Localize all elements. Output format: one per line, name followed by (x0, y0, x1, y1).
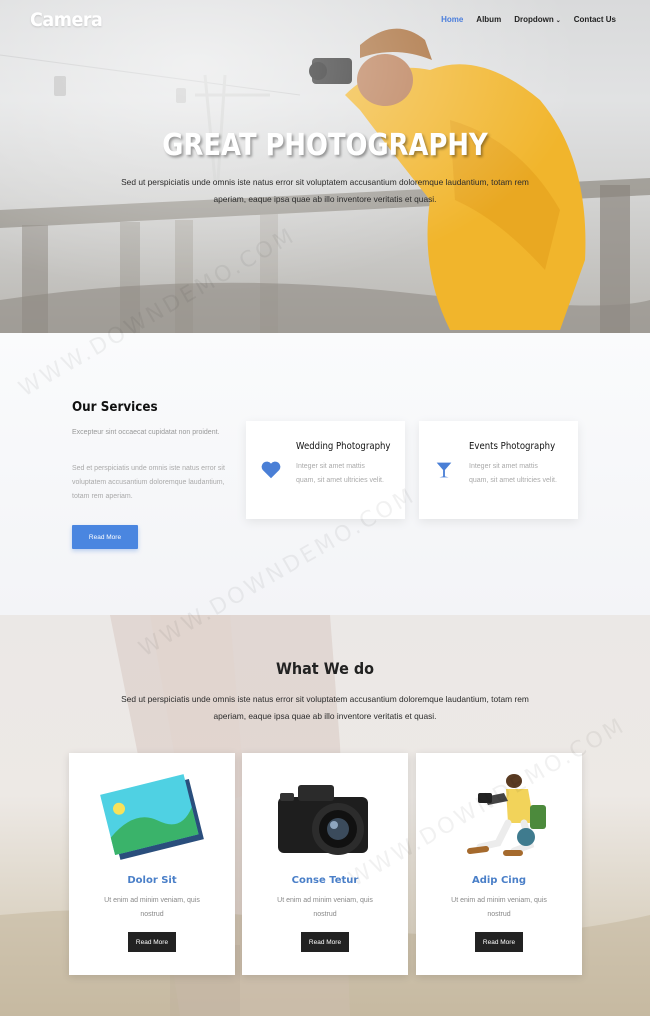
nav-dropdown[interactable]: Dropdown ⌄ (514, 15, 561, 24)
card-text: Ut enim ad minim veniam, quis nostrud (277, 897, 373, 918)
services-description: Sed et perspiciatis unde omnis iste natu… (72, 465, 225, 500)
read-more-button[interactable]: Read More (475, 932, 523, 952)
nav-album[interactable]: Album (476, 15, 501, 24)
service-card-title: Events Photography (469, 441, 556, 452)
read-more-button[interactable]: Read More (301, 932, 349, 952)
main-menu: Home Album Dropdown ⌄ Contact Us (441, 15, 616, 24)
card-title: Conse Tetur (291, 875, 359, 886)
services-title: Our Services (72, 400, 158, 415)
service-card-title: Wedding Photography (296, 441, 391, 452)
feature-card-conse-tetur[interactable]: Conse Tetur Ut enim ad minim veniam, qui… (242, 753, 408, 975)
nav-dropdown-label: Dropdown (514, 15, 554, 24)
site-logo[interactable]: Camera (30, 9, 103, 31)
what-we-do-title: What We do (275, 659, 375, 678)
camera-icon (278, 785, 368, 855)
service-card-desc: Integer sit amet mattis quam, sit amet u… (469, 463, 557, 484)
picture-image-icon (100, 774, 204, 860)
card-text: Ut enim ad minim veniam, quis nostrud (451, 897, 547, 918)
feature-card-dolor-sit[interactable]: Dolor Sit Ut enim ad minim veniam, quis … (69, 753, 235, 975)
hero-title: GREAT PHOTOGRAPHY (162, 128, 488, 163)
feature-card-adip-cing[interactable]: Adip Cing Ut enim ad minim veniam, quis … (416, 753, 582, 975)
service-card-events[interactable]: Events Photography Integer sit amet matt… (419, 421, 578, 519)
what-we-do-section: What We do Sed ut perspiciatis unde omni… (0, 615, 650, 1016)
top-navbar: Camera Home Album Dropdown ⌄ Contact Us (0, 0, 650, 42)
service-card-wedding[interactable]: Wedding Photography Integer sit amet mat… (246, 421, 405, 519)
card-text: Ut enim ad minim veniam, quis nostrud (104, 897, 200, 918)
card-title: Dolor Sit (127, 875, 177, 886)
hero-fog-overlay (0, 0, 650, 333)
read-more-button[interactable]: Read More (128, 932, 176, 952)
photographer-illustration-icon (467, 774, 546, 856)
nav-contact-us[interactable]: Contact Us (574, 15, 616, 24)
cocktail-glass-icon (436, 462, 452, 478)
nav-home[interactable]: Home (441, 15, 463, 24)
services-intro: Excepteur sint occaecat cupidatat non pr… (72, 429, 220, 436)
what-we-do-text: Sed ut perspiciatis unde omnis iste natu… (121, 694, 529, 721)
service-card-desc: Integer sit amet mattis quam, sit amet u… (296, 463, 384, 484)
services-read-more-button[interactable]: Read More (72, 525, 138, 549)
hero-section: Camera Home Album Dropdown ⌄ Contact Us G… (0, 0, 650, 333)
hero-text: Sed ut perspiciatis unde omnis iste natu… (121, 177, 529, 204)
services-section: Our Services Excepteur sint occaecat cup… (0, 333, 650, 615)
card-title: Adip Cing (471, 875, 526, 886)
heart-icon (261, 461, 281, 479)
chevron-down-icon: ⌄ (555, 18, 561, 24)
